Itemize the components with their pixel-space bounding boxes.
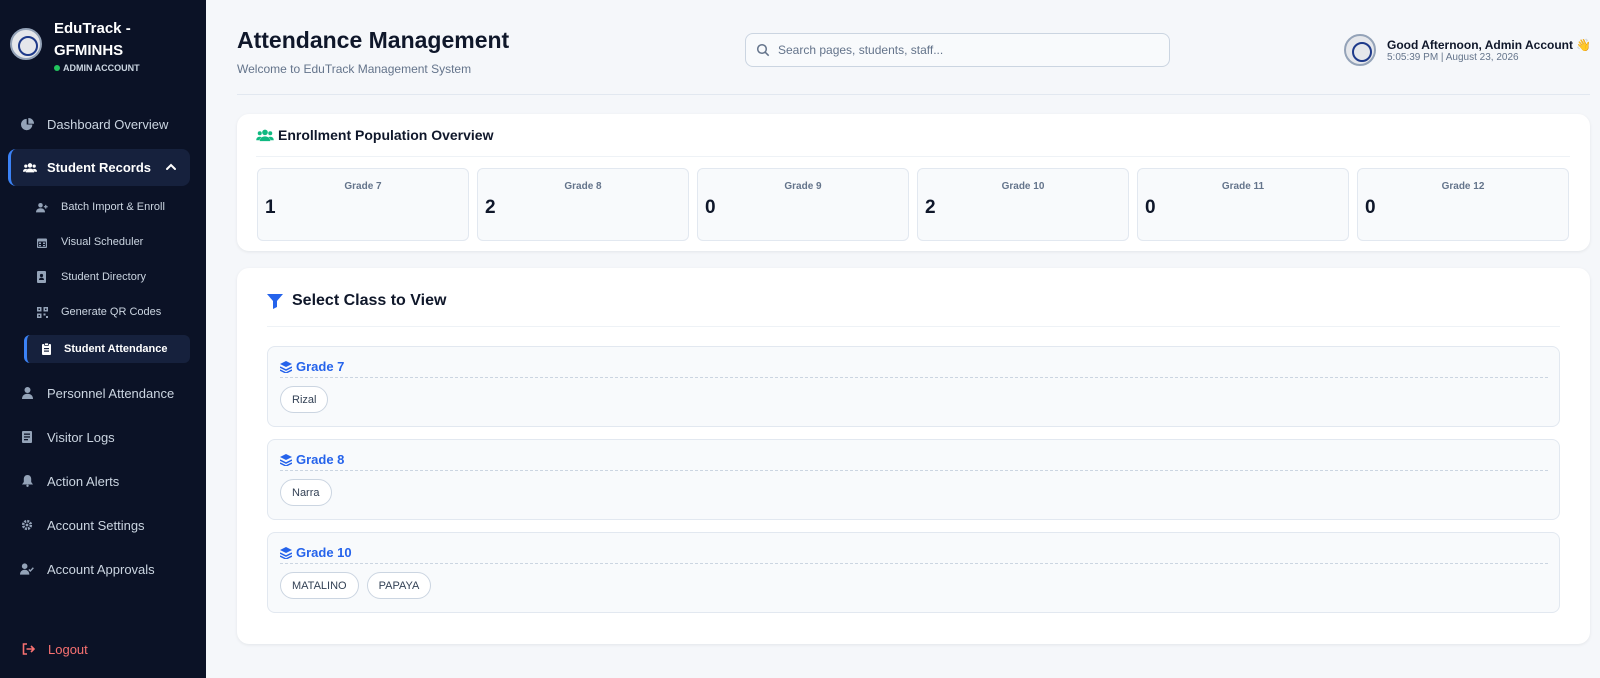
sidebar-item-generate-qr[interactable]: Generate QR Codes (36, 303, 161, 321)
users-icon (23, 161, 37, 175)
search-icon (756, 43, 770, 57)
layers-icon (279, 546, 293, 560)
section-chip-narra[interactable]: Narra (280, 479, 332, 506)
sidebar-item-account-settings[interactable]: Account Settings (20, 515, 145, 535)
layers-icon (279, 360, 293, 374)
class-group-grade-10: Grade 10 MATALINO PAPAYA (267, 532, 1560, 613)
grade-count-box: Grade 9 0 (697, 168, 909, 241)
sidebar-item-account-approvals[interactable]: Account Approvals (20, 559, 155, 579)
calendar-icon (36, 236, 48, 248)
id-badge-icon (20, 430, 34, 444)
select-class-card: Select Class to View Grade 7 Rizal Grade… (237, 268, 1590, 644)
brand-title: EduTrack - GFMINHS (54, 20, 131, 59)
grade-count: 0 (1145, 197, 1156, 218)
sidebar-item-personnel-attendance[interactable]: Personnel Attendance (20, 383, 174, 403)
grade-count: 2 (485, 197, 496, 218)
address-book-icon (36, 271, 48, 283)
search-bar[interactable] (745, 33, 1170, 67)
sidebar-item-student-records[interactable]: Student Records (8, 149, 190, 186)
class-group-title: Grade 8 (279, 452, 344, 467)
page-title: Attendance Management (237, 27, 510, 53)
grade-count: 2 (925, 197, 936, 218)
school-logo (10, 28, 42, 60)
section-chip-rizal[interactable]: Rizal (280, 386, 329, 413)
logout-icon (22, 642, 36, 657)
chevron-up-icon[interactable] (164, 160, 178, 174)
class-group-grade-8: Grade 8 Narra (267, 439, 1560, 520)
enrollment-title: Enrollment Population Overview (256, 127, 493, 143)
enrollment-overview-card: Enrollment Population Overview Grade 7 1… (237, 114, 1590, 251)
sidebar: EduTrack - GFMINHS ADMIN ACCOUNT Dashboa… (0, 0, 206, 678)
grade-count-box: Grade 12 0 (1357, 168, 1569, 241)
gear-icon (20, 518, 34, 532)
grade-label: Grade 7 (344, 181, 382, 192)
greeting-text: Good Afternoon, Admin Account 👋 (1387, 38, 1592, 52)
select-class-title: Select Class to View (267, 292, 446, 310)
page-subtitle: Welcome to EduTrack Management System (237, 62, 472, 76)
class-group-grade-7: Grade 7 Rizal (267, 346, 1560, 427)
section-chip-matalino[interactable]: MATALINO (280, 572, 359, 599)
grade-count: 0 (1365, 197, 1376, 218)
grade-label: Grade 9 (784, 181, 822, 192)
search-input[interactable] (778, 43, 1148, 57)
qr-code-icon (36, 306, 48, 318)
grade-count-box: Grade 7 1 (257, 168, 469, 241)
sidebar-item-batch-import[interactable]: Batch Import & Enroll (36, 198, 165, 216)
chart-pie-icon (20, 117, 34, 131)
users-icon (256, 128, 274, 142)
grade-label: Grade 10 (1001, 181, 1045, 192)
grade-label: Grade 8 (564, 181, 602, 192)
grade-count-box: Grade 11 0 (1137, 168, 1349, 241)
role-badge: ADMIN ACCOUNT (54, 63, 164, 73)
online-status-icon (54, 65, 60, 71)
grade-count-box: Grade 8 2 (477, 168, 689, 241)
datetime-text: 5:05:39 PM | August 23, 2026 (1387, 52, 1519, 63)
grade-count-box: Grade 10 2 (917, 168, 1129, 241)
layers-icon (279, 453, 293, 467)
class-group-title: Grade 7 (279, 359, 344, 374)
grade-count: 0 (705, 197, 716, 218)
brand: EduTrack - GFMINHS ADMIN ACCOUNT (10, 18, 164, 73)
user-icon (20, 386, 34, 400)
grade-count: 1 (265, 197, 276, 218)
bell-icon (20, 474, 34, 488)
section-chip-papaya[interactable]: PAPAYA (366, 572, 432, 599)
user-avatar[interactable] (1344, 34, 1376, 66)
sidebar-item-student-attendance[interactable]: Student Attendance (24, 335, 190, 363)
user-plus-icon (36, 201, 48, 213)
sidebar-item-dashboard-overview[interactable]: Dashboard Overview (20, 114, 168, 134)
clipboard-icon (40, 343, 52, 355)
sidebar-item-visual-scheduler[interactable]: Visual Scheduler (36, 233, 143, 251)
logout-button[interactable]: Logout (22, 642, 88, 657)
sidebar-item-visitor-logs[interactable]: Visitor Logs (20, 427, 115, 447)
grade-label: Grade 12 (1441, 181, 1485, 192)
filter-icon (267, 293, 283, 309)
user-check-icon (20, 562, 34, 576)
sidebar-item-student-directory[interactable]: Student Directory (36, 268, 146, 286)
class-group-title: Grade 10 (279, 545, 352, 560)
grade-label: Grade 11 (1221, 181, 1265, 192)
sidebar-item-action-alerts[interactable]: Action Alerts (20, 471, 119, 491)
header-divider (237, 94, 1590, 95)
